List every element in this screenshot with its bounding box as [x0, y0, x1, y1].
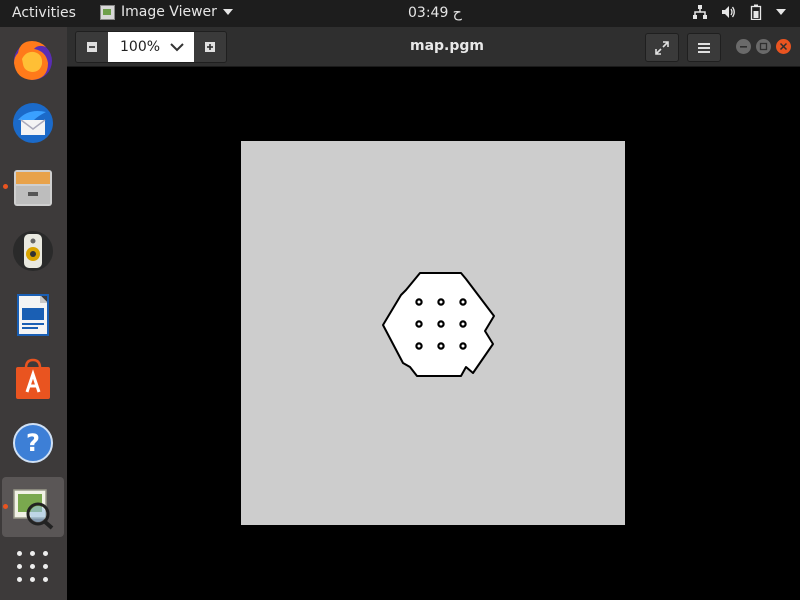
software-icon [16, 358, 50, 399]
firefox-icon [14, 41, 52, 80]
activities-button[interactable]: Activities [12, 5, 76, 21]
svg-text:?: ? [26, 429, 40, 457]
map-image [241, 141, 625, 525]
image-canvas[interactable] [67, 67, 800, 600]
zoom-level-value: 100% [120, 39, 161, 55]
zoom-out-button[interactable] [76, 32, 108, 62]
minimize-icon [740, 46, 747, 48]
top-bar: Activities Image Viewer 03:49 ح [0, 0, 800, 27]
maximize-button[interactable] [756, 39, 771, 54]
rhythmbox-icon [13, 231, 53, 271]
chevron-down-icon [222, 9, 233, 15]
show-applications-button[interactable] [17, 551, 49, 583]
window-title: map.pgm [409, 38, 484, 54]
minus-icon [87, 42, 97, 52]
image-viewer-icon [13, 489, 54, 530]
clock[interactable]: 03:49 ح [408, 5, 462, 21]
close-button[interactable] [776, 39, 791, 54]
dock-item-help[interactable]: ? [2, 413, 64, 473]
thunderbird-icon [13, 103, 53, 143]
dock-item-thunderbird[interactable] [2, 93, 64, 153]
writer-icon [17, 294, 49, 336]
dock-item-software[interactable] [2, 349, 64, 409]
dock-item-files[interactable] [2, 157, 64, 217]
network-icon [693, 5, 707, 19]
zoom-level-combo[interactable]: 100% [108, 32, 194, 62]
window-header: 100% map.pgm [67, 27, 800, 67]
volume-icon [722, 6, 735, 18]
minimize-button[interactable] [736, 39, 751, 54]
files-icon [14, 170, 52, 206]
fullscreen-icon [655, 40, 669, 55]
zoom-control: 100% [75, 31, 227, 63]
maximize-icon [759, 42, 768, 51]
system-tray[interactable] [692, 4, 786, 20]
running-indicator [3, 504, 8, 509]
dock-item-firefox[interactable] [2, 30, 64, 90]
help-icon: ? [13, 423, 53, 463]
app-menu[interactable]: Image Viewer [100, 4, 233, 20]
dock-item-rhythmbox[interactable] [2, 221, 64, 281]
battery-icon [750, 4, 762, 20]
fullscreen-button[interactable] [645, 33, 679, 62]
running-indicator [3, 184, 8, 189]
zoom-in-button[interactable] [194, 32, 226, 62]
image-viewer-small-icon [100, 4, 115, 20]
dock-item-image-viewer[interactable] [2, 477, 64, 537]
hamburger-menu-icon [698, 42, 710, 53]
system-menu-chevron-icon [776, 9, 786, 15]
chevron-down-icon [170, 43, 184, 52]
app-menu-label: Image Viewer [121, 4, 217, 20]
plus-icon [205, 42, 215, 52]
dock-item-writer[interactable] [2, 285, 64, 345]
close-icon [779, 42, 788, 51]
menu-button[interactable] [687, 33, 721, 62]
dock: ? [0, 27, 67, 600]
